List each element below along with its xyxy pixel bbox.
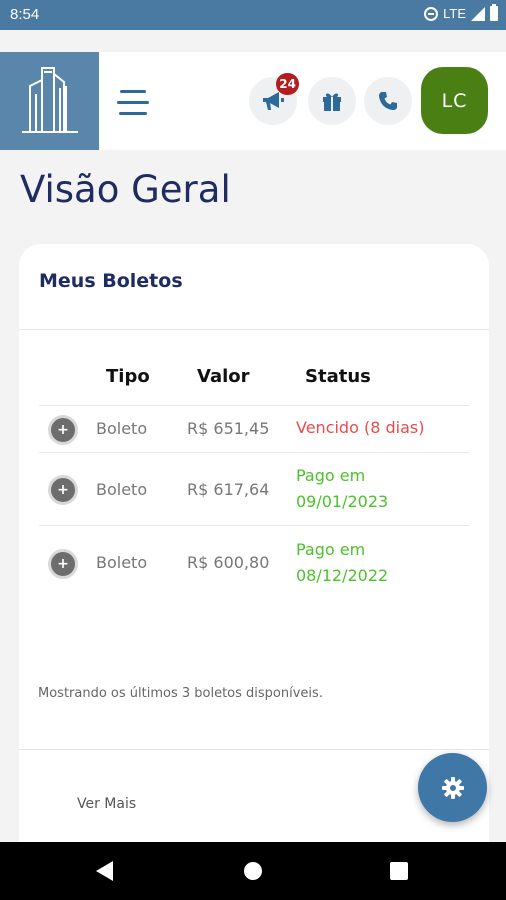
ver-mais-link[interactable]: Ver Mais [77,796,136,812]
recent-apps-icon[interactable] [390,862,408,880]
card-divider [19,329,489,330]
do-not-disturb-icon [424,6,439,21]
gear-icon [441,776,464,799]
row-tipo: Boleto [96,480,148,499]
plus-circle-icon[interactable]: + [48,549,78,579]
row-valor: R$ 600,80 [187,553,270,572]
status-bar: 8:54 LTE [0,0,506,30]
status-icons: LTE [424,4,498,21]
row-status: Pago em 08/12/2022 [296,537,388,589]
status-date: 08/12/2022 [296,566,389,585]
row-valor: R$ 617,64 [187,480,270,499]
plus-circle-icon[interactable]: + [48,475,78,505]
status-time: 8:54 [10,6,40,23]
card-title: Meus Boletos [39,270,183,292]
status-line: Pago em [296,540,366,559]
back-icon[interactable] [96,861,113,881]
status-line: Pago em [296,466,366,485]
row-divider [39,452,469,453]
phone-icon [379,92,397,110]
page-title: Visão Geral [20,168,231,211]
row-divider [39,525,469,526]
notification-badge: 24 [276,73,299,95]
column-header-status: Status [305,366,371,387]
boletos-card: Meus Boletos Tipo Valor Status + Boleto … [19,244,489,844]
row-valor: R$ 651,45 [187,419,270,438]
building-logo-icon[interactable] [0,52,99,150]
card-divider [19,749,489,750]
row-status: Pago em 09/01/2023 [296,463,388,515]
status-line: Vencido (8 dias) [296,418,425,437]
footer-note: Mostrando os últimos 3 boletos disponíve… [38,686,323,701]
row-status: Vencido (8 dias) [296,415,424,441]
home-icon[interactable] [244,862,262,880]
signal-icon [471,6,485,21]
row-tipo: Boleto [96,419,148,438]
row-divider [39,405,469,406]
app-header: 24 LC [0,52,506,150]
row-tipo: Boleto [96,553,148,572]
column-header-tipo: Tipo [106,366,150,387]
system-nav-bar [0,842,506,900]
phone-button[interactable] [364,77,412,125]
plus-circle-icon[interactable]: + [48,415,78,445]
avatar[interactable]: LC [421,67,488,134]
gifts-button[interactable] [308,77,356,125]
hamburger-icon[interactable] [117,90,149,116]
gift-icon [323,93,341,111]
status-date: 09/01/2023 [296,492,389,511]
column-header-valor: Valor [197,366,250,387]
battery-icon [490,4,498,21]
settings-button[interactable] [418,753,487,822]
network-type: LTE [443,6,466,21]
announcements-button[interactable]: 24 [249,73,299,125]
